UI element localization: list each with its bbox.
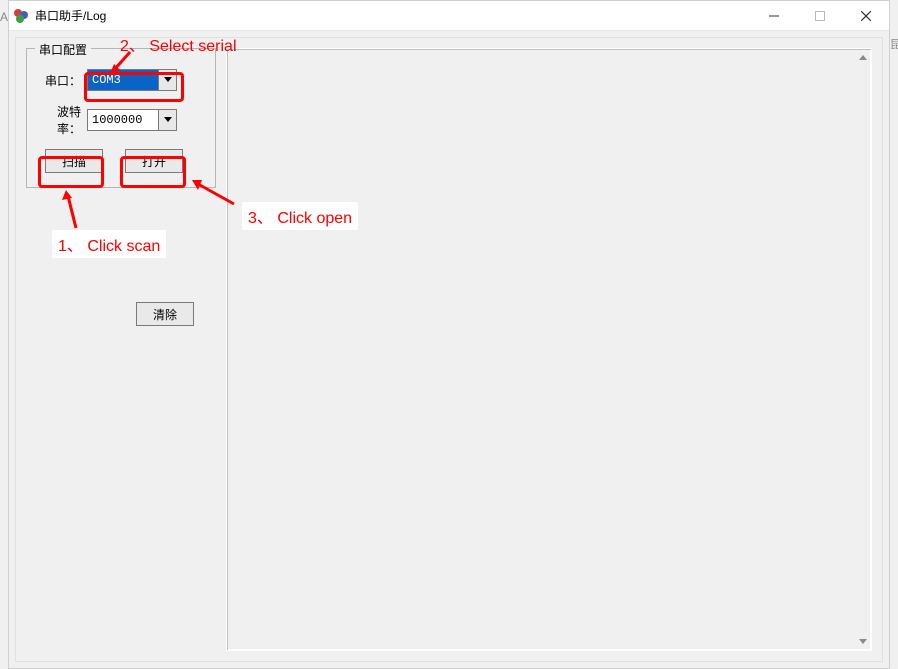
scan-button-label: 扫描: [62, 153, 86, 170]
annotation-text-1: 1、 Click scan: [52, 230, 166, 258]
port-value: COM3: [92, 73, 121, 87]
clear-button[interactable]: 清除: [136, 302, 194, 326]
log-textarea[interactable]: [226, 48, 872, 651]
external-content-left: A: [0, 0, 8, 669]
baud-label: 波特率：: [37, 103, 81, 137]
app-icon: [13, 8, 29, 24]
clear-button-label: 清除: [153, 306, 177, 323]
titlebar: 串口助手/Log: [9, 1, 889, 31]
clear-button-wrap: 清除: [136, 302, 194, 326]
window-controls: [751, 1, 889, 31]
scroll-down-icon[interactable]: [854, 633, 871, 650]
external-content-right: 昆: [890, 0, 898, 669]
scan-button[interactable]: 扫描: [45, 149, 103, 173]
baud-value: 1000000: [92, 113, 142, 127]
client-area: 串口配置 串口： COM3 波特率： 1000000: [9, 31, 889, 668]
baud-combobox[interactable]: 1000000: [87, 109, 177, 131]
maximize-button[interactable]: [797, 1, 843, 31]
left-panel: 串口配置 串口： COM3 波特率： 1000000: [26, 48, 216, 188]
open-button-label: 打开: [142, 153, 166, 170]
baud-row: 波特率： 1000000: [37, 103, 205, 137]
fieldset-legend: 串口配置: [35, 41, 91, 58]
vertical-scrollbar[interactable]: [854, 49, 871, 650]
button-row: 扫描 打开: [37, 149, 205, 173]
open-button[interactable]: 打开: [125, 149, 183, 173]
serial-config-fieldset: 串口配置 串口： COM3 波特率： 1000000: [26, 48, 216, 188]
dropdown-arrow-icon[interactable]: [158, 110, 176, 130]
window-title: 串口助手/Log: [35, 7, 106, 24]
port-label: 串口：: [37, 72, 81, 89]
inner-panel: 串口配置 串口： COM3 波特率： 1000000: [15, 37, 883, 662]
close-button[interactable]: [843, 1, 889, 31]
minimize-button[interactable]: [751, 1, 797, 31]
annotation-text-3: 3、 Click open: [242, 202, 358, 230]
annotation-arrow-1: [58, 188, 82, 232]
app-window: 串口助手/Log 串口配置 串口： COM3: [8, 0, 890, 669]
port-row: 串口： COM3: [37, 69, 205, 91]
port-combobox[interactable]: COM3: [87, 69, 177, 91]
scroll-up-icon[interactable]: [854, 49, 871, 66]
dropdown-arrow-icon[interactable]: [158, 70, 176, 90]
annotation-text-2: 2、 Select serial: [120, 32, 237, 56]
